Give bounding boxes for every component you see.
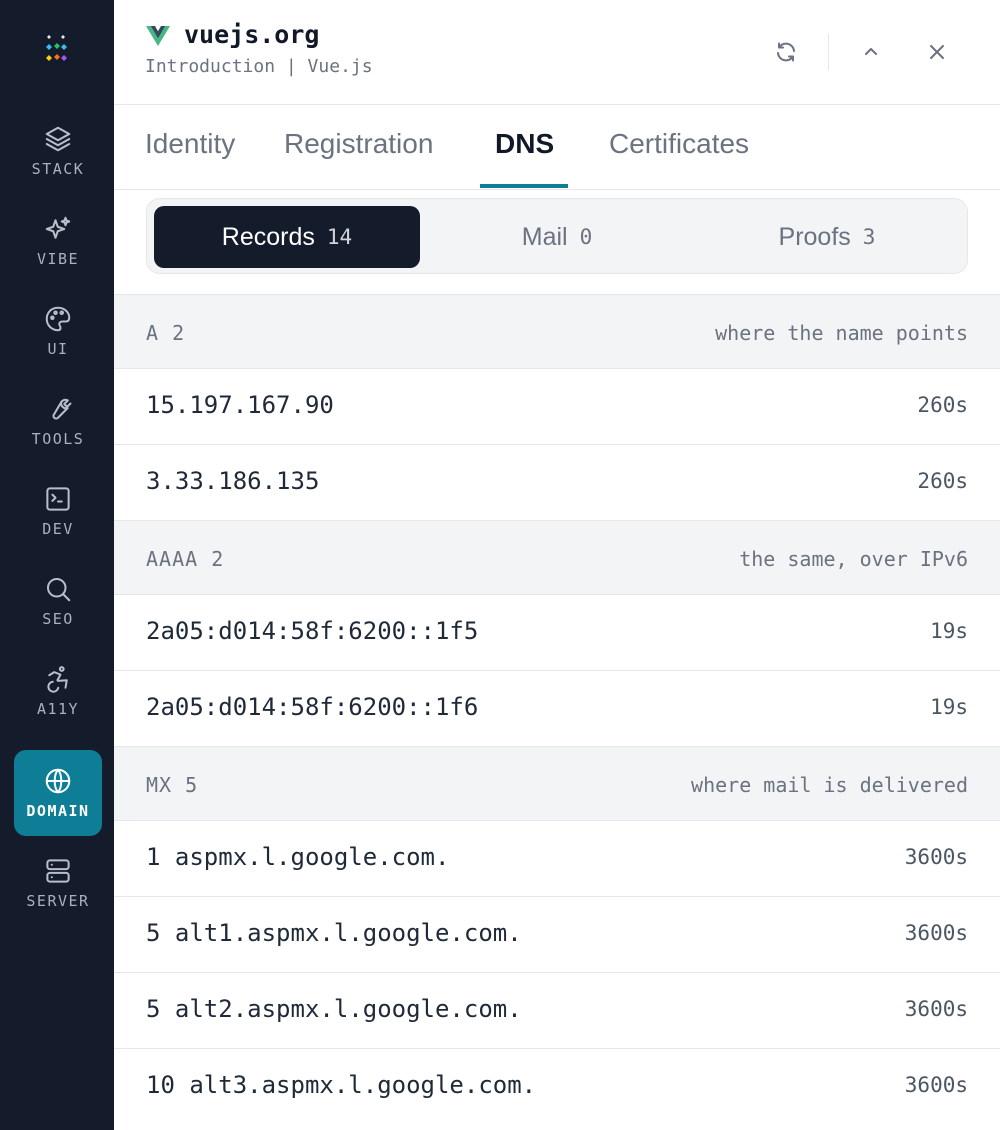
sidebar-item-ui[interactable]: UI [14, 288, 102, 374]
chevron-up-icon [865, 48, 877, 55]
record-ttl: 19s [930, 619, 968, 643]
segment-records[interactable]: Records 14 [154, 206, 420, 268]
header-divider [828, 34, 829, 70]
record-type-description: the same, over IPv6 [739, 547, 968, 571]
tab-registration[interactable]: Registration [284, 128, 433, 160]
dns-record-row[interactable]: 5 alt1.aspmx.l.google.com. 3600s [114, 896, 1000, 972]
record-type-description: where mail is delivered [691, 773, 968, 797]
segment-label: Proofs [778, 222, 851, 251]
dns-record-row[interactable]: 2a05:d014:58f:6200::1f6 19s [114, 670, 1000, 746]
record-value: 10 alt3.aspmx.l.google.com. [146, 1071, 537, 1099]
record-value: 5 alt1.aspmx.l.google.com. [146, 919, 522, 947]
site-domain: vuejs.org [184, 20, 320, 49]
vue-logo-icon [146, 26, 170, 46]
record-ttl: 260s [917, 393, 968, 417]
dns-record-row[interactable]: 3.33.186.135 260s [114, 444, 1000, 520]
sidebar-item-seo[interactable]: SEO [14, 558, 102, 644]
close-button[interactable] [917, 30, 957, 74]
segment-mail[interactable]: Mail 0 [424, 206, 690, 268]
segment-count: 3 [862, 225, 876, 249]
record-ttl: 260s [917, 469, 968, 493]
record-ttl: 3600s [904, 845, 968, 869]
sidebar-item-dev[interactable]: DEV [14, 468, 102, 554]
sidebar-item-label: TOOLS [31, 430, 85, 448]
sidebar-item-label: DOMAIN [26, 802, 90, 820]
header: vuejs.org Introduction | Vue.js [114, 0, 1000, 105]
dns-record-list: A 2 where the name points 15.197.167.90 … [114, 294, 1000, 1124]
record-filter-segmented: Records 14 Mail 0 Proofs 3 [146, 198, 968, 274]
sidebar: STACK VIBE UI TOOLS DEV SEO A11Y DOMAIN … [0, 0, 114, 1130]
dns-record-row[interactable]: 5 alt2.aspmx.l.google.com. 3600s [114, 972, 1000, 1048]
accessibility-icon [47, 666, 68, 693]
segment-count: 0 [579, 225, 593, 249]
sidebar-item-server[interactable]: SERVER [14, 840, 102, 926]
segment-count: 14 [326, 225, 353, 249]
collapse-button[interactable] [851, 30, 891, 74]
sidebar-item-label: SERVER [26, 892, 90, 910]
tab-identity[interactable]: Identity [145, 128, 235, 160]
sparkles-icon [45, 216, 71, 239]
terminal-icon [46, 487, 70, 511]
layers-icon [45, 126, 71, 152]
sidebar-item-label: STACK [31, 160, 85, 178]
sidebar-item-label: VIBE [36, 250, 80, 268]
search-icon [47, 578, 71, 602]
sidebar-item-label: A11Y [36, 700, 80, 718]
sidebar-item-label: SEO [42, 610, 74, 628]
page-title: Introduction | Vue.js [145, 56, 373, 77]
tab-bar: Identity Registration DNS Certificates [114, 104, 1000, 190]
sidebar-item-stack[interactable]: STACK [14, 108, 102, 194]
palette-icon [45, 306, 71, 332]
server-icon [46, 859, 70, 883]
tab-certificates[interactable]: Certificates [609, 128, 749, 160]
record-type: MX 5 [146, 773, 199, 797]
dns-record-row[interactable]: 15.197.167.90 260s [114, 368, 1000, 444]
record-group-header-aaaa: AAAA 2 the same, over IPv6 [114, 520, 1000, 594]
tab-dns[interactable]: DNS [495, 128, 554, 160]
record-ttl: 3600s [904, 1073, 968, 1097]
record-value: 1 aspmx.l.google.com. [146, 843, 450, 871]
dns-record-row[interactable]: 10 alt3.aspmx.l.google.com. 3600s [114, 1048, 1000, 1124]
sidebar-item-tools[interactable]: TOOLS [14, 378, 102, 464]
segment-label: Records [221, 222, 315, 251]
record-ttl: 3600s [904, 997, 968, 1021]
sidebar-item-vibe[interactable]: VIBE [14, 198, 102, 284]
globe-icon [45, 768, 71, 794]
record-group-header-a: A 2 where the name points [114, 294, 1000, 368]
refresh-button[interactable] [766, 30, 806, 74]
close-icon [930, 45, 944, 59]
active-tab-indicator [480, 184, 568, 188]
app-logo[interactable] [0, 0, 114, 104]
record-ttl: 19s [930, 695, 968, 719]
record-type: AAAA 2 [146, 547, 225, 571]
record-value: 3.33.186.135 [146, 467, 320, 495]
record-value: 15.197.167.90 [146, 391, 334, 419]
record-value: 5 alt2.aspmx.l.google.com. [146, 995, 522, 1023]
record-value: 2a05:d014:58f:6200::1f6 [146, 693, 479, 721]
app-logo-icon [46, 35, 67, 61]
record-type: A 2 [146, 321, 186, 345]
record-ttl: 3600s [904, 921, 968, 945]
sidebar-item-a11y[interactable]: A11Y [14, 648, 102, 734]
segment-label: Mail [521, 222, 568, 251]
dns-record-row[interactable]: 1 aspmx.l.google.com. 3600s [114, 820, 1000, 896]
segment-proofs[interactable]: Proofs 3 [694, 206, 960, 268]
sidebar-item-label: DEV [42, 520, 74, 538]
record-value: 2a05:d014:58f:6200::1f5 [146, 617, 479, 645]
sidebar-item-domain[interactable]: DOMAIN [14, 750, 102, 836]
record-group-header-mx: MX 5 where mail is delivered [114, 746, 1000, 820]
record-type-description: where the name points [715, 321, 968, 345]
dns-record-row[interactable]: 2a05:d014:58f:6200::1f5 19s [114, 594, 1000, 670]
sidebar-item-label: UI [47, 340, 69, 358]
refresh-icon [777, 42, 795, 62]
wrench-icon [52, 398, 72, 420]
